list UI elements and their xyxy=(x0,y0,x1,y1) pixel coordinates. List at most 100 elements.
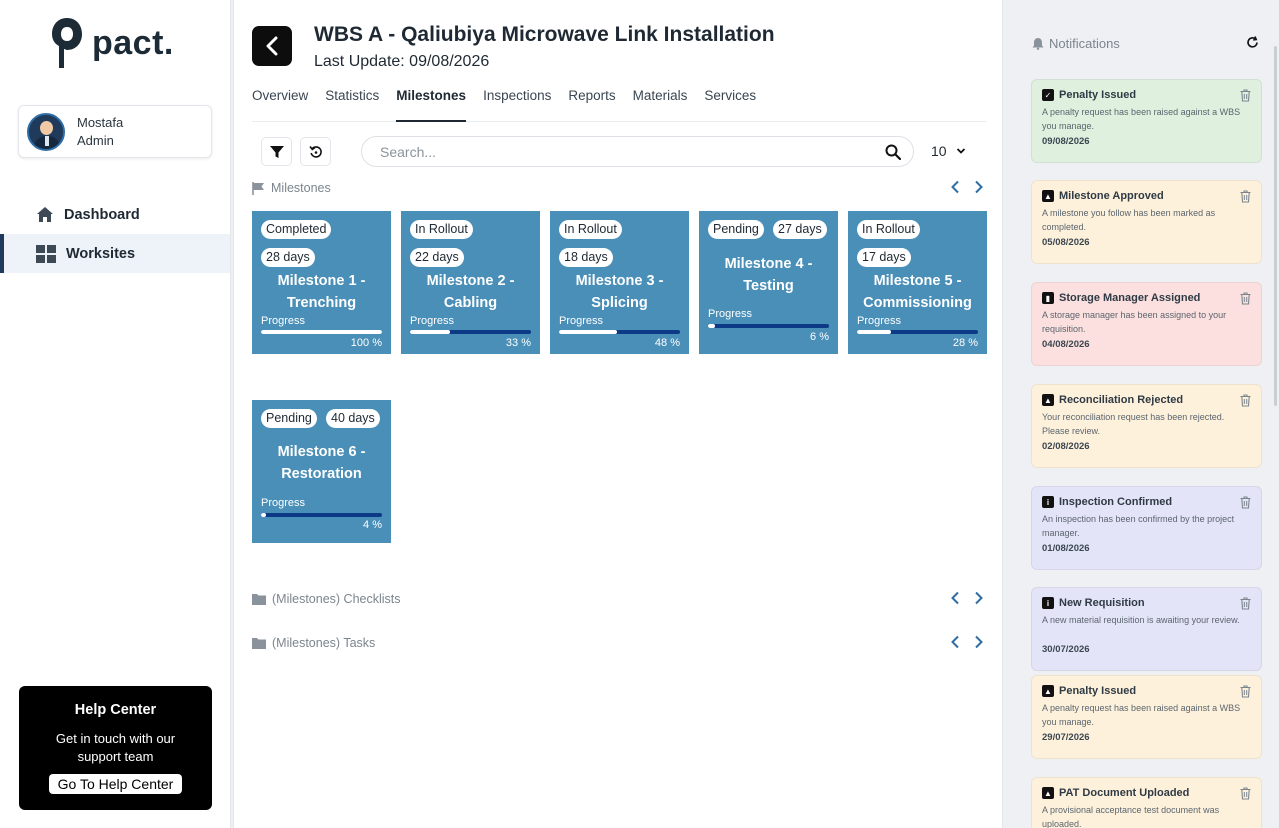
help-text: Get in touch with our support team xyxy=(55,731,176,764)
user-card[interactable]: Mostafa Admin xyxy=(18,105,212,158)
progress-label: Progress xyxy=(261,497,306,509)
chevron-right-icon[interactable] xyxy=(974,635,984,649)
notification-card[interactable]: ▲ Milestone Approved A milestone you follo… xyxy=(1031,180,1262,264)
progress-percent: 48 % xyxy=(654,337,680,349)
reset-icon xyxy=(308,145,322,158)
trash-icon[interactable] xyxy=(1240,685,1251,698)
notification-card[interactable]: i New Requisition A new material requisiti… xyxy=(1031,587,1262,671)
sidebar-item-worksites[interactable]: Worksites xyxy=(0,234,230,273)
notification-card[interactable]: ▲ Reconciliation Rejected Your reconciliat… xyxy=(1031,384,1262,468)
notification-date: 05/08/2026 xyxy=(1042,237,1090,248)
notification-card[interactable]: ✓ Penalty Issued A penalty request has bee… xyxy=(1031,79,1262,163)
tab-reports[interactable]: Reports xyxy=(568,86,615,122)
reset-button[interactable] xyxy=(300,137,331,166)
progress-bar xyxy=(410,330,531,334)
sidebar: pact. Mostafa Admin Dashboard Worksites … xyxy=(0,0,231,828)
back-button[interactable] xyxy=(252,26,292,66)
tab-inspections[interactable]: Inspections xyxy=(483,86,551,122)
milestone-title: Milestone 6 - Restoration xyxy=(277,444,366,482)
milestone-title: Milestone 1 - Trenching xyxy=(277,273,366,311)
status-badge: Pending xyxy=(261,409,317,428)
notification-message: A penalty request has been raised agains… xyxy=(1042,107,1241,131)
tab-services[interactable]: Services xyxy=(704,86,756,122)
trash-icon[interactable] xyxy=(1240,292,1251,305)
folder-icon xyxy=(252,594,266,605)
trash-icon[interactable] xyxy=(1240,496,1251,509)
notification-date: 04/08/2026 xyxy=(1042,339,1090,350)
progress-label: Progress xyxy=(857,315,902,327)
avatar xyxy=(27,112,65,151)
page-size-select[interactable]: 10 xyxy=(931,143,966,159)
milestone-card[interactable]: In Rollout 18 days Milestone 3 - Splicing… xyxy=(550,211,689,354)
notification-type-icon: ▲ xyxy=(1042,394,1054,406)
tab-materials[interactable]: Materials xyxy=(633,86,688,122)
progress-label: Progress xyxy=(559,315,604,327)
go-to-help-center-button[interactable]: Go To Help Center xyxy=(48,774,183,794)
notification-type-icon: ▲ xyxy=(1042,685,1054,697)
section-title: (Milestones) Checklists xyxy=(272,592,401,606)
notification-card[interactable]: ▮ Storage Manager Assigned A storage manag… xyxy=(1031,282,1262,366)
notification-title: i Inspection Confirmed xyxy=(1042,496,1251,508)
grid-icon xyxy=(36,244,56,263)
days-badge: 18 days xyxy=(559,248,613,267)
milestone-card[interactable]: In Rollout 17 days Milestone 5 - Commissi… xyxy=(848,211,987,354)
notification-title: ▮ Storage Manager Assigned xyxy=(1042,292,1251,304)
progress-percent: 33 % xyxy=(505,337,531,349)
trash-icon[interactable] xyxy=(1240,190,1251,203)
search-input[interactable]: Search... xyxy=(361,136,914,167)
milestone-card[interactable]: Completed 28 days Milestone 1 - Trenching… xyxy=(252,211,391,354)
notification-date: 09/08/2026 xyxy=(1042,136,1090,147)
milestones-section-header: Milestones xyxy=(252,181,331,195)
notification-title: ▲ PAT Document Uploaded xyxy=(1042,787,1251,799)
checklists-pager xyxy=(950,591,984,605)
notification-date: 29/07/2026 xyxy=(1042,732,1090,743)
tab-statistics[interactable]: Statistics xyxy=(325,86,379,122)
chevron-right-icon[interactable] xyxy=(974,591,984,605)
filter-icon xyxy=(269,145,284,158)
status-badge: Pending xyxy=(708,220,764,239)
chevron-right-icon[interactable] xyxy=(974,180,984,194)
notification-card[interactable]: ▲ PAT Document Uploaded A provisional acce… xyxy=(1031,777,1262,828)
notification-date: 02/08/2026 xyxy=(1042,441,1090,452)
tasks-section-header: (Milestones) Tasks xyxy=(252,636,375,650)
notification-date: 01/08/2026 xyxy=(1042,543,1090,554)
chevron-left-icon[interactable] xyxy=(950,635,960,649)
milestone-card[interactable]: In Rollout 22 days Milestone 2 - Cabling … xyxy=(401,211,540,354)
home-icon xyxy=(37,207,53,222)
progress-percent: 28 % xyxy=(952,337,978,349)
notification-type-icon: i xyxy=(1042,597,1054,609)
notification-title: ▲ Reconciliation Rejected xyxy=(1042,394,1251,406)
search-icon[interactable] xyxy=(885,144,901,160)
milestone-card[interactable]: Pending 40 days Milestone 6 - Restoration… xyxy=(252,400,391,543)
progress-bar xyxy=(261,513,382,517)
notifications-header: Notifications xyxy=(1032,36,1120,51)
milestone-card[interactable]: Pending 27 days Milestone 4 - Testing Pro… xyxy=(699,211,838,354)
notification-title: ▲ Penalty Issued xyxy=(1042,685,1251,697)
notification-card[interactable]: i Inspection Confirmed An inspection has b… xyxy=(1031,486,1262,570)
refresh-icon[interactable] xyxy=(1246,36,1259,49)
user-name: Mostafa xyxy=(77,114,124,130)
chevron-left-icon xyxy=(266,36,278,56)
scrollbar[interactable] xyxy=(1274,46,1277,406)
section-title: Milestones xyxy=(271,181,331,195)
progress-percent: 6 % xyxy=(810,331,829,343)
tab-overview[interactable]: Overview xyxy=(252,86,308,122)
notification-type-icon: i xyxy=(1042,496,1054,508)
notification-type-icon: ▲ xyxy=(1042,787,1054,799)
sidebar-item-dashboard[interactable]: Dashboard xyxy=(0,195,230,234)
sidebar-item-label: Dashboard xyxy=(64,206,140,223)
filter-button[interactable] xyxy=(261,137,292,166)
chevron-left-icon[interactable] xyxy=(950,591,960,605)
tab-milestones[interactable]: Milestones xyxy=(396,86,467,122)
notifications-panel: Notifications ✓ Penalty Issued A penalty r… xyxy=(1012,0,1279,828)
last-update: Last Update: 09/08/2026 xyxy=(314,53,490,70)
trash-icon[interactable] xyxy=(1240,597,1251,610)
notification-card[interactable]: ▲ Penalty Issued A penalty request has bee… xyxy=(1031,675,1262,759)
brand-logo[interactable]: pact. xyxy=(50,16,174,70)
brand-name: pact. xyxy=(92,23,174,62)
trash-icon[interactable] xyxy=(1240,394,1251,407)
chevron-left-icon[interactable] xyxy=(950,180,960,194)
trash-icon[interactable] xyxy=(1240,89,1251,102)
page-title: WBS A - Qaliubiya Microwave Link Install… xyxy=(314,23,775,46)
trash-icon[interactable] xyxy=(1240,787,1251,800)
